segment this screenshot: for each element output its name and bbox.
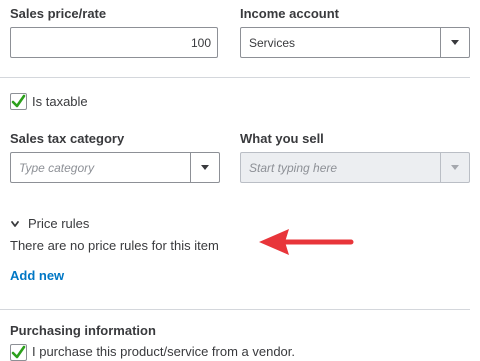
what-you-sell-label: What you sell bbox=[240, 131, 324, 146]
chevron-down-icon bbox=[451, 165, 459, 170]
vendor-checkbox[interactable] bbox=[10, 344, 27, 361]
what-you-sell-select: Start typing here bbox=[240, 152, 470, 183]
sales-price-value: 100 bbox=[190, 36, 211, 50]
divider bbox=[0, 77, 470, 78]
checkmark-icon bbox=[11, 94, 26, 108]
sales-tax-category-label: Sales tax category bbox=[10, 131, 125, 146]
sales-price-input[interactable]: 100 bbox=[10, 27, 218, 58]
sales-tax-category-select[interactable]: Type category bbox=[10, 152, 220, 183]
sales-price-label: Sales price/rate bbox=[10, 6, 107, 21]
purchasing-info-title: Purchasing information bbox=[10, 323, 156, 338]
chevron-down-icon bbox=[451, 40, 459, 45]
is-taxable-checkbox[interactable] bbox=[10, 93, 27, 110]
income-account-dropdown-button[interactable] bbox=[440, 28, 469, 57]
red-arrow-annotation bbox=[259, 229, 354, 255]
what-you-sell-placeholder: Start typing here bbox=[249, 161, 338, 175]
checkmark-icon bbox=[11, 345, 26, 359]
divider bbox=[0, 309, 470, 310]
income-account-label: Income account bbox=[240, 6, 339, 21]
chevron-right-icon bbox=[11, 221, 19, 227]
chevron-down-icon bbox=[201, 165, 209, 170]
income-account-select[interactable]: Services bbox=[240, 27, 470, 58]
sales-tax-category-placeholder: Type category bbox=[19, 161, 95, 175]
income-account-value: Services bbox=[249, 36, 296, 50]
is-taxable-label: Is taxable bbox=[32, 94, 88, 109]
price-rules-empty-message: There are no price rules for this item bbox=[10, 238, 219, 253]
sales-tax-category-dropdown-button[interactable] bbox=[190, 153, 219, 182]
vendor-checkbox-label: I purchase this product/service from a v… bbox=[32, 344, 296, 359]
add-new-price-rule-link[interactable]: Add new bbox=[10, 268, 64, 283]
what-you-sell-dropdown-button bbox=[440, 153, 469, 182]
price-rules-toggle[interactable]: Price rules bbox=[10, 216, 110, 232]
price-rules-title: Price rules bbox=[28, 216, 90, 231]
